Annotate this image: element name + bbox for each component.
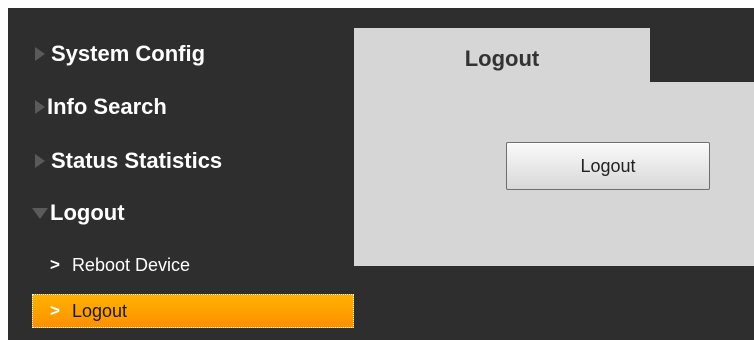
content-panel: Logout Logout	[354, 28, 754, 266]
sub-item-reboot-device[interactable]: > Reboot Device	[8, 248, 356, 282]
menu-item-status-statistics[interactable]: Status Statistics	[8, 139, 356, 183]
triangle-down-icon	[32, 207, 48, 219]
menu-item-label: Status Statistics	[51, 148, 223, 173]
sub-item-label: Reboot Device	[71, 254, 191, 275]
menu-item-info-search[interactable]: Info Search	[8, 85, 356, 129]
menu-item-label: Logout	[50, 200, 125, 225]
tab-logout[interactable]: Logout	[354, 28, 650, 82]
sub-item-label: Logout	[71, 300, 127, 321]
app-window: System Config Info Search Status Statist…	[8, 8, 754, 340]
logout-button[interactable]: Logout	[506, 142, 710, 190]
chevron-right-icon: >	[50, 301, 60, 320]
sub-item-logout[interactable]: > Logout	[32, 294, 354, 328]
tab-label: Logout	[464, 46, 540, 71]
triangle-right-icon	[35, 47, 45, 61]
menu-item-label: Info Search	[47, 94, 167, 119]
triangle-right-icon	[35, 100, 45, 114]
sidebar: System Config Info Search Status Statist…	[8, 8, 356, 340]
menu-item-label: System Config	[51, 41, 206, 66]
tab-bar: Logout	[354, 28, 754, 82]
chevron-right-icon: >	[50, 255, 60, 274]
menu-item-logout[interactable]: Logout	[8, 191, 356, 235]
triangle-right-icon	[35, 154, 45, 168]
menu-item-system-config[interactable]: System Config	[8, 32, 356, 76]
